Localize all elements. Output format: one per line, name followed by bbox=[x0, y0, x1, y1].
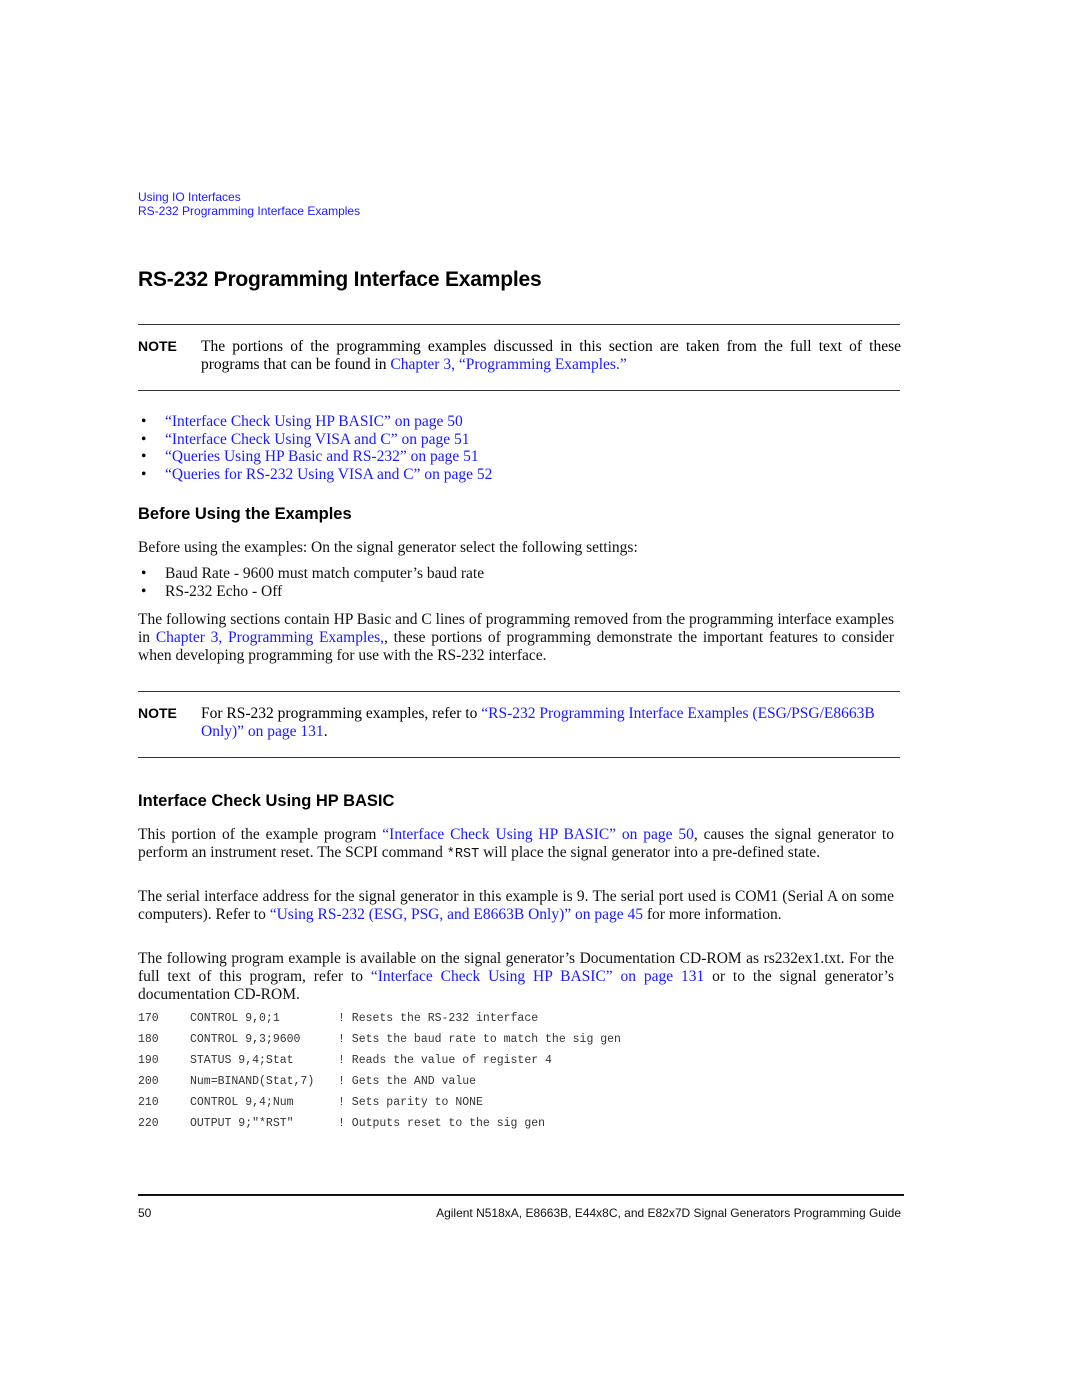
settings-list: • Baud Rate - 9600 must match computer’s … bbox=[138, 565, 484, 600]
breadcrumb-item-using-io-interfaces[interactable]: Using IO Interfaces bbox=[138, 190, 360, 204]
code-comment: ! Outputs reset to the sig gen bbox=[338, 1117, 546, 1130]
setting-echo: RS-232 Echo - Off bbox=[165, 582, 283, 600]
footer-divider bbox=[138, 1194, 904, 1196]
link-queries-rs232-visa-c[interactable]: “Queries for RS-232 Using VISA and C” on… bbox=[165, 466, 492, 483]
code-comment: ! Sets parity to NONE bbox=[338, 1096, 483, 1109]
note-label: NOTE bbox=[138, 705, 177, 721]
link-queries-hp-basic-rs232[interactable]: “Queries Using HP Basic and RS-232” on p… bbox=[165, 448, 479, 465]
section-paragraph: The following program example is availab… bbox=[138, 950, 894, 1004]
section-paragraph: This portion of the example program “Int… bbox=[138, 826, 894, 864]
note-top-divider bbox=[138, 691, 900, 692]
line-number: 180 bbox=[138, 1033, 159, 1046]
paragraph-text: This portion of the example program bbox=[138, 826, 383, 843]
code-statement: STATUS 9,4;Stat bbox=[190, 1054, 294, 1067]
section-heading-interface-check: Interface Check Using HP BASIC bbox=[138, 792, 395, 810]
section-intro: Before using the examples: On the signal… bbox=[138, 539, 638, 556]
code-comment: ! Sets the baud rate to match the sig ge… bbox=[338, 1033, 621, 1046]
bullet-icon: • bbox=[141, 430, 147, 448]
example-links-list: • “Interface Check Using HP BASIC” on pag… bbox=[138, 413, 492, 484]
paragraph-text: for more information. bbox=[643, 906, 782, 923]
list-item: • “Interface Check Using VISA and C” on p… bbox=[138, 431, 492, 449]
bullet-icon: • bbox=[141, 582, 147, 600]
section-paragraph: The serial interface address for the sig… bbox=[138, 888, 894, 924]
breadcrumb: Using IO Interfaces RS-232 Programming I… bbox=[138, 190, 360, 218]
line-number: 220 bbox=[138, 1117, 159, 1130]
page-number: 50 bbox=[138, 1206, 152, 1220]
line-number: 190 bbox=[138, 1054, 159, 1067]
note-text: The portions of the programming examples… bbox=[201, 338, 901, 374]
page-title: RS-232 Programming Interface Examples bbox=[138, 268, 542, 291]
note-label: NOTE bbox=[138, 338, 177, 354]
document-title: Agilent N518xA, E8663B, E44x8C, and E82x… bbox=[436, 1206, 901, 1220]
line-number: 210 bbox=[138, 1096, 159, 1109]
list-item: • “Queries Using HP Basic and RS-232” on … bbox=[138, 448, 492, 466]
chapter3-programming-examples-link[interactable]: Chapter 3, Programming Examples, bbox=[156, 629, 384, 646]
scpi-command: *RST bbox=[446, 847, 480, 862]
using-rs232-page45-link[interactable]: “Using RS-232 (ESG, PSG, and E8663B Only… bbox=[270, 906, 643, 923]
note-text: For RS-232 programming examples, refer t… bbox=[201, 705, 901, 741]
section-paragraph: The following sections contain HP Basic … bbox=[138, 611, 894, 665]
list-item: • RS-232 Echo - Off bbox=[138, 583, 484, 601]
note-text-body: For RS-232 programming examples, refer t… bbox=[201, 705, 482, 722]
code-comment: ! Reads the value of register 4 bbox=[338, 1054, 552, 1067]
note-text-body: . bbox=[323, 723, 328, 740]
section-heading-before-using: Before Using the Examples bbox=[138, 505, 352, 523]
code-statement: Num=BINAND(Stat,7) bbox=[190, 1075, 315, 1088]
code-statement: CONTROL 9,4;Num bbox=[190, 1096, 294, 1109]
link-interface-check-visa-c[interactable]: “Interface Check Using VISA and C” on pa… bbox=[165, 431, 469, 448]
code-statement: OUTPUT 9;"*RST" bbox=[190, 1117, 294, 1130]
bullet-icon: • bbox=[141, 448, 147, 466]
code-comment: ! Resets the RS-232 interface bbox=[338, 1012, 539, 1025]
breadcrumb-item-rs232-examples[interactable]: RS-232 Programming Interface Examples bbox=[138, 204, 360, 218]
paragraph-text: will place the signal generator into a p… bbox=[479, 844, 821, 861]
interface-check-page50-link[interactable]: “Interface Check Using HP BASIC” on page… bbox=[382, 826, 694, 843]
bullet-icon: • bbox=[141, 565, 147, 582]
setting-baud-rate: Baud Rate - 9600 must match computer’s b… bbox=[165, 565, 485, 582]
note-bottom-divider bbox=[138, 390, 900, 391]
code-statement: CONTROL 9,3;9600 bbox=[190, 1033, 301, 1046]
bullet-icon: • bbox=[141, 413, 147, 430]
list-item: • Baud Rate - 9600 must match computer’s … bbox=[138, 565, 484, 583]
code-statement: CONTROL 9,0;1 bbox=[190, 1012, 280, 1025]
line-number: 170 bbox=[138, 1012, 159, 1025]
chapter3-link[interactable]: Chapter 3, “Programming Examples.” bbox=[390, 356, 626, 373]
interface-check-page131-link[interactable]: “Interface Check Using HP BASIC” on page… bbox=[371, 968, 704, 985]
list-item: • “Interface Check Using HP BASIC” on pag… bbox=[138, 413, 492, 431]
bullet-icon: • bbox=[141, 466, 147, 484]
link-interface-check-hp-basic[interactable]: “Interface Check Using HP BASIC” on page… bbox=[165, 413, 463, 430]
list-item: • “Queries for RS-232 Using VISA and C” o… bbox=[138, 466, 492, 484]
note-bottom-divider bbox=[138, 757, 900, 758]
line-number: 200 bbox=[138, 1075, 159, 1088]
note-top-divider bbox=[138, 324, 900, 325]
code-comment: ! Gets the AND value bbox=[338, 1075, 477, 1088]
